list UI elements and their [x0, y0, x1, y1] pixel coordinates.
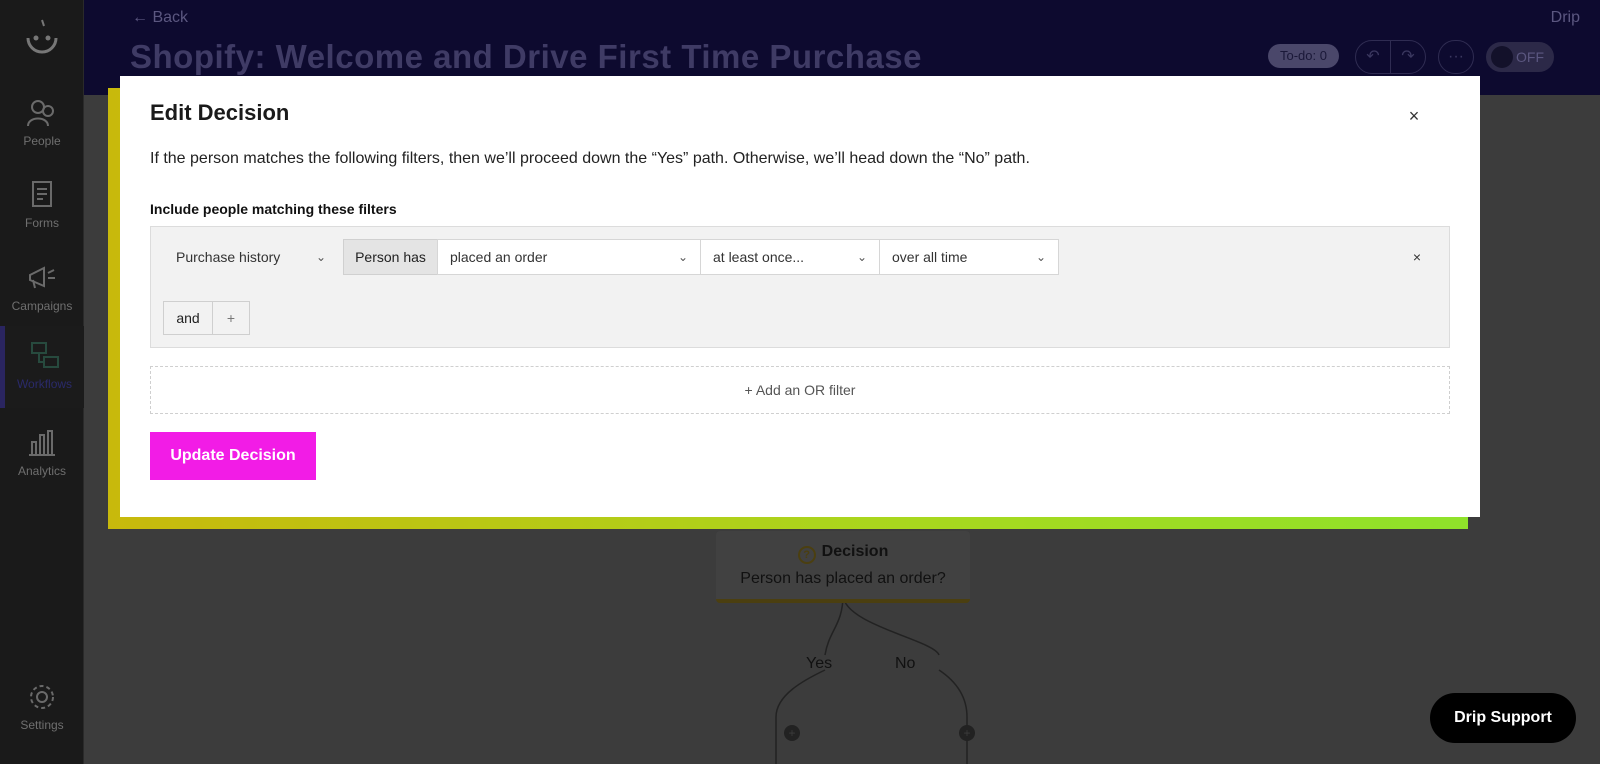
filter-action-select[interactable]: placed an order ⌄ — [437, 239, 701, 275]
redo-icon: ↷ — [1401, 48, 1415, 65]
filter-group: Purchase history ⌄ Person has placed an … — [150, 226, 1450, 348]
sidebar-item-analytics[interactable]: Analytics — [0, 418, 84, 494]
drip-support-button[interactable]: Drip Support — [1430, 693, 1576, 743]
sidebar-item-campaigns[interactable]: Campaigns — [0, 253, 84, 329]
filter-timeframe-select[interactable]: over all time ⌄ — [879, 239, 1059, 275]
sidebar-item-label: Settings — [20, 718, 64, 732]
drip-smile-icon[interactable] — [22, 16, 62, 58]
branch-label-no: No — [895, 655, 916, 672]
todo-badge[interactable]: To-do: 0 — [1268, 44, 1339, 68]
modal-description: If the person matches the following filt… — [150, 150, 1030, 167]
add-step-yes-icon[interactable]: + — [784, 725, 800, 741]
filters-label: Include people matching these filters — [150, 201, 397, 217]
update-decision-button[interactable]: Update Decision — [150, 432, 316, 480]
add-step-no-icon[interactable]: + — [959, 725, 975, 741]
undo-button[interactable]: ↶ — [1355, 40, 1391, 74]
sidebar: People Forms Campaigns Workflows Analyti… — [0, 0, 84, 764]
arrow-left-icon: ← — [132, 9, 148, 26]
filter-subject-label: Person has — [343, 239, 438, 275]
chevron-down-icon: ⌄ — [677, 250, 688, 264]
workflow-status-toggle[interactable]: OFF — [1486, 42, 1554, 72]
sidebar-item-label: People — [23, 134, 61, 148]
gear-icon — [30, 685, 54, 709]
more-options-button[interactable]: ··· — [1438, 40, 1474, 74]
back-link[interactable]: ← Back — [132, 9, 188, 27]
decision-node-subtitle: Person has placed an order? — [740, 570, 946, 587]
remove-filter-icon[interactable]: × — [1407, 247, 1427, 267]
more-icon: ··· — [1448, 48, 1464, 65]
sidebar-item-settings[interactable]: Settings — [0, 672, 84, 748]
add-and-filter-button[interactable]: + — [212, 301, 250, 335]
app-name: Drip — [1550, 9, 1580, 26]
toggle-knob — [1491, 46, 1513, 68]
sidebar-item-label: Forms — [25, 216, 59, 230]
sidebar-item-forms[interactable]: Forms — [0, 170, 84, 246]
sidebar-item-label: Campaigns — [11, 299, 73, 313]
sidebar-item-label: Analytics — [17, 464, 67, 478]
undo-icon: ↶ — [1366, 48, 1380, 65]
decision-node[interactable]: ? Decision Person has placed an order? — [716, 531, 970, 603]
chevron-down-icon: ⌄ — [1035, 250, 1046, 264]
page-title[interactable]: Shopify: Welcome and Drive First Time Pu… — [130, 38, 922, 76]
branch-label-yes: Yes — [806, 655, 833, 672]
workflow-icon — [30, 342, 59, 368]
redo-button[interactable]: ↷ — [1390, 40, 1426, 74]
question-icon: ? — [797, 546, 816, 564]
filter-category-select[interactable]: Purchase history ⌄ — [163, 239, 339, 275]
form-icon — [32, 181, 52, 207]
chevron-down-icon: ⌄ — [315, 250, 326, 264]
plus-icon: + — [226, 310, 236, 326]
bar-chart-icon — [29, 430, 55, 456]
sidebar-item-people[interactable]: People — [0, 88, 84, 164]
people-icon — [27, 100, 54, 127]
modal-title: Edit Decision — [150, 100, 290, 125]
megaphone-icon — [29, 266, 55, 289]
plus-icon: + — [744, 382, 753, 398]
filter-frequency-select[interactable]: at least once... ⌄ — [700, 239, 880, 275]
close-icon[interactable]: × — [1402, 104, 1426, 128]
chevron-down-icon: ⌄ — [856, 250, 867, 264]
and-button[interactable]: and — [163, 301, 213, 335]
sidebar-item-workflows[interactable]: Workflows — [0, 326, 84, 408]
add-or-filter-button[interactable]: + Add an OR filter — [150, 366, 1450, 414]
sidebar-item-label: Workflows — [16, 377, 73, 391]
edit-decision-modal: Edit Decision × If the person matches th… — [120, 76, 1480, 517]
